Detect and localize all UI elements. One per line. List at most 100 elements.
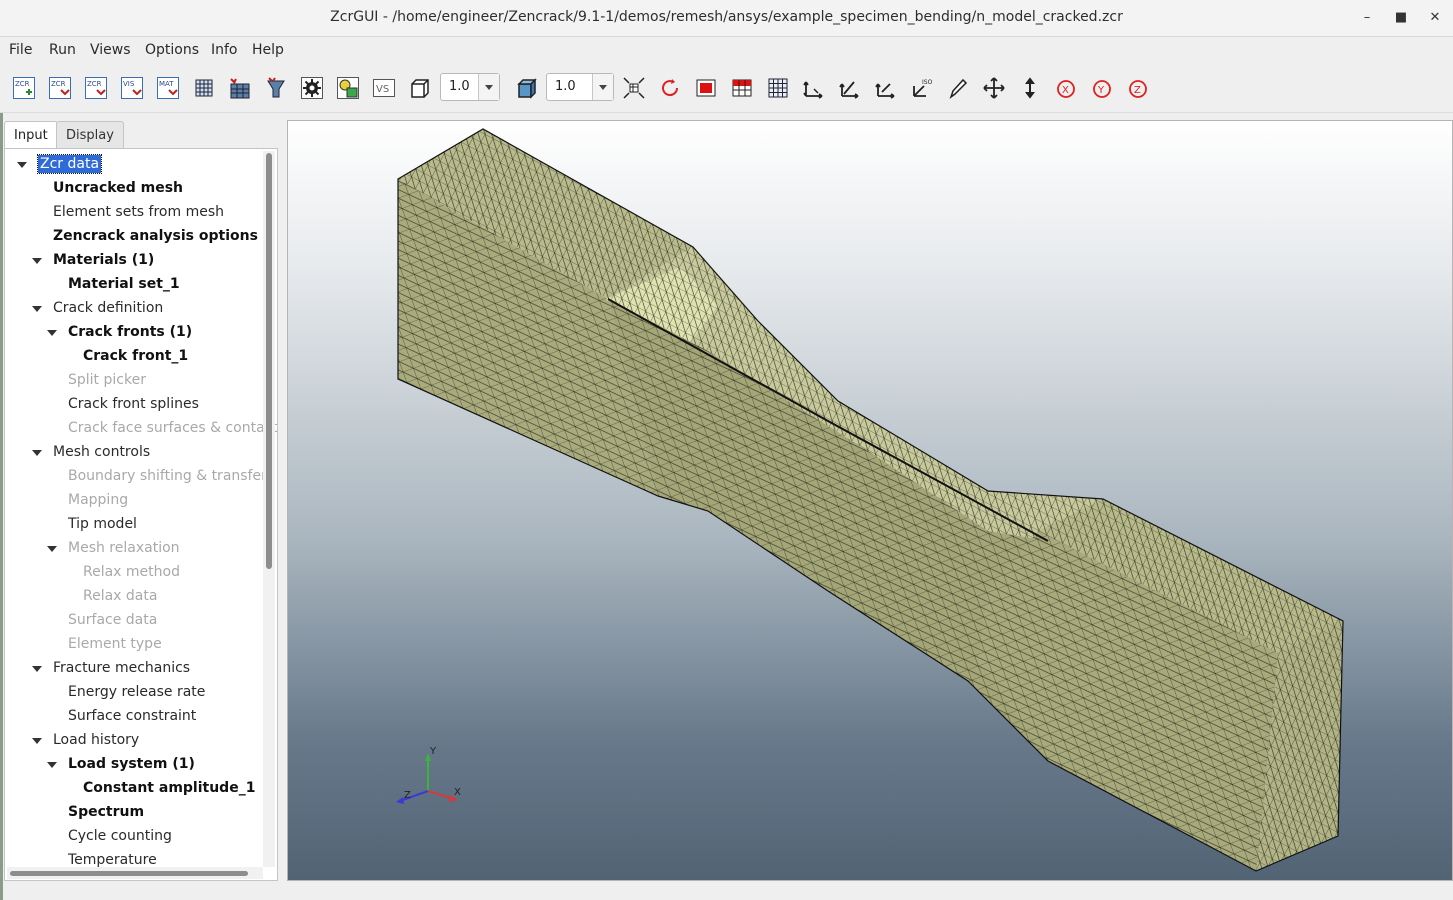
expand-arrow-icon[interactable] xyxy=(32,738,42,744)
menu-options[interactable]: Options xyxy=(145,42,199,58)
3d-viewport[interactable]: Y X Z xyxy=(287,120,1453,881)
tree-item-label: Split picker xyxy=(68,372,146,388)
vis-icon[interactable]: VIS xyxy=(120,76,144,100)
zcr-save-icon[interactable]: ZCR xyxy=(84,76,108,100)
tree-item[interactable]: Uncracked mesh xyxy=(53,176,183,200)
zcr-open-label: ZCR xyxy=(51,80,66,88)
maximize-icon[interactable]: ■ xyxy=(1392,9,1410,27)
menu-info[interactable]: Info xyxy=(211,42,238,58)
tree-item[interactable]: Mesh controls xyxy=(32,440,150,464)
tree-item[interactable]: Surface constraint xyxy=(68,704,196,728)
tree-item[interactable]: Crack fronts (1) xyxy=(47,320,193,344)
tree-item[interactable]: Relax method xyxy=(83,560,180,584)
tree-item-label: Mapping xyxy=(68,492,129,508)
zoom-icon[interactable] xyxy=(1018,76,1042,100)
menu-help[interactable]: Help xyxy=(252,42,284,58)
funnel-icon[interactable] xyxy=(264,76,288,100)
tree-item[interactable]: Mesh relaxation xyxy=(47,536,180,560)
expand-arrow-icon[interactable] xyxy=(32,258,42,264)
menu-file[interactable]: File xyxy=(9,42,32,58)
mat-icon[interactable]: MAT xyxy=(156,76,180,100)
settings-gear-icon[interactable] xyxy=(300,76,324,100)
chevron-down-icon[interactable] xyxy=(478,74,499,100)
tree-item[interactable]: Material set_1 xyxy=(68,272,180,296)
tree-item[interactable]: Element type xyxy=(68,632,162,656)
rotate-icon[interactable] xyxy=(658,76,682,100)
tree-item[interactable]: Split picker xyxy=(68,368,146,392)
tree-item[interactable]: Spectrum xyxy=(68,800,144,824)
wireframe-box-icon[interactable] xyxy=(408,76,432,100)
scale-combo-2[interactable]: 1.0 xyxy=(546,73,614,101)
element-table-icon[interactable] xyxy=(228,76,252,100)
close-icon[interactable]: ✕ xyxy=(1426,9,1444,27)
tree-item[interactable]: Energy release rate xyxy=(68,680,205,704)
scale-combo-1[interactable]: 1.0 xyxy=(440,73,500,101)
tab-input[interactable]: Input xyxy=(4,121,58,150)
expand-arrow-icon[interactable] xyxy=(32,666,42,672)
tree-item-label: Crack definition xyxy=(53,300,164,316)
vs-icon[interactable]: VS xyxy=(372,76,396,100)
view-xz-icon[interactable] xyxy=(838,76,862,100)
pan-icon[interactable] xyxy=(982,76,1006,100)
grid-icon[interactable] xyxy=(766,76,790,100)
view-iso-icon[interactable]: ISO xyxy=(910,76,934,100)
tab-display[interactable]: Display xyxy=(56,121,124,148)
vis-label: VIS xyxy=(123,80,135,88)
tree-item[interactable]: Zcr data xyxy=(17,152,103,176)
scrollbar-thumb[interactable] xyxy=(10,871,248,876)
expand-arrow-icon[interactable] xyxy=(47,330,57,336)
tree-item[interactable]: Fracture mechanics xyxy=(32,656,190,680)
rotate-y-icon[interactable]: Y xyxy=(1090,76,1114,100)
fit-view-icon[interactable] xyxy=(622,76,646,100)
view-yz-icon[interactable] xyxy=(874,76,898,100)
mesh-grid-icon[interactable] xyxy=(192,76,216,100)
svg-text:ISO: ISO xyxy=(922,79,933,86)
minimize-icon[interactable]: – xyxy=(1358,9,1376,27)
tree-item[interactable]: Relax data xyxy=(83,584,157,608)
chevron-down-icon[interactable] xyxy=(592,74,613,100)
pen-icon[interactable] xyxy=(946,76,970,100)
expand-arrow-icon[interactable] xyxy=(17,162,27,168)
tree-item[interactable]: Mapping xyxy=(68,488,128,512)
vertical-scrollbar[interactable] xyxy=(263,151,275,867)
tree-item[interactable]: Surface data xyxy=(68,608,157,632)
tree-item[interactable]: Crack face surfaces & contact xyxy=(68,416,278,440)
scrollbar-thumb[interactable] xyxy=(266,153,272,569)
menu-bar: File Run Views Options Info Help xyxy=(0,37,1453,65)
tree-item[interactable]: Cycle counting xyxy=(68,824,172,848)
expand-arrow-icon[interactable] xyxy=(32,450,42,456)
red-cube-icon[interactable] xyxy=(694,76,718,100)
tree-item-label: Crack fronts (1) xyxy=(68,324,193,340)
menu-views[interactable]: Views xyxy=(90,42,131,58)
tree-item-label: Load system (1) xyxy=(68,756,195,772)
tree-item-label: Crack face surfaces & contact xyxy=(68,420,278,436)
rotate-z-icon[interactable]: Z xyxy=(1126,76,1150,100)
tree-item[interactable]: Constant amplitude_1 xyxy=(83,776,255,800)
tree-item-label: Crack front splines xyxy=(68,396,199,412)
zcr-new-icon[interactable]: ZCR xyxy=(12,76,36,100)
expand-arrow-icon[interactable] xyxy=(47,762,57,768)
tree-item[interactable]: Zencrack analysis options xyxy=(53,224,258,248)
expand-arrow-icon[interactable] xyxy=(32,306,42,312)
zcr-save-label: ZCR xyxy=(87,80,102,88)
tree-item[interactable]: Element sets from mesh xyxy=(53,200,224,224)
tree-item[interactable]: Boundary shifting & transfer xyxy=(68,464,267,488)
tree-item[interactable]: Tip model xyxy=(68,512,137,536)
tree-item[interactable]: Load history xyxy=(32,728,140,752)
tree-item-label: Constant amplitude_1 xyxy=(83,780,256,796)
tree-item-label: Load history xyxy=(53,732,140,748)
horizontal-scrollbar[interactable] xyxy=(7,867,263,879)
tree-item[interactable]: Load system (1) xyxy=(47,752,195,776)
tree-item[interactable]: Crack front splines xyxy=(68,392,199,416)
tree-item[interactable]: Materials (1) xyxy=(32,248,154,272)
tree-item[interactable]: Crack front_1 xyxy=(83,344,188,368)
rotate-x-icon[interactable]: X xyxy=(1054,76,1078,100)
red-grid-icon[interactable] xyxy=(730,76,754,100)
menu-run[interactable]: Run xyxy=(49,42,76,58)
view-xy-icon[interactable] xyxy=(802,76,826,100)
tree-item[interactable]: Crack definition xyxy=(32,296,164,320)
expand-arrow-icon[interactable] xyxy=(47,546,57,552)
results-icon[interactable] xyxy=(336,76,360,100)
solid-box-icon[interactable] xyxy=(515,76,539,100)
zcr-open-icon[interactable]: ZCR xyxy=(48,76,72,100)
